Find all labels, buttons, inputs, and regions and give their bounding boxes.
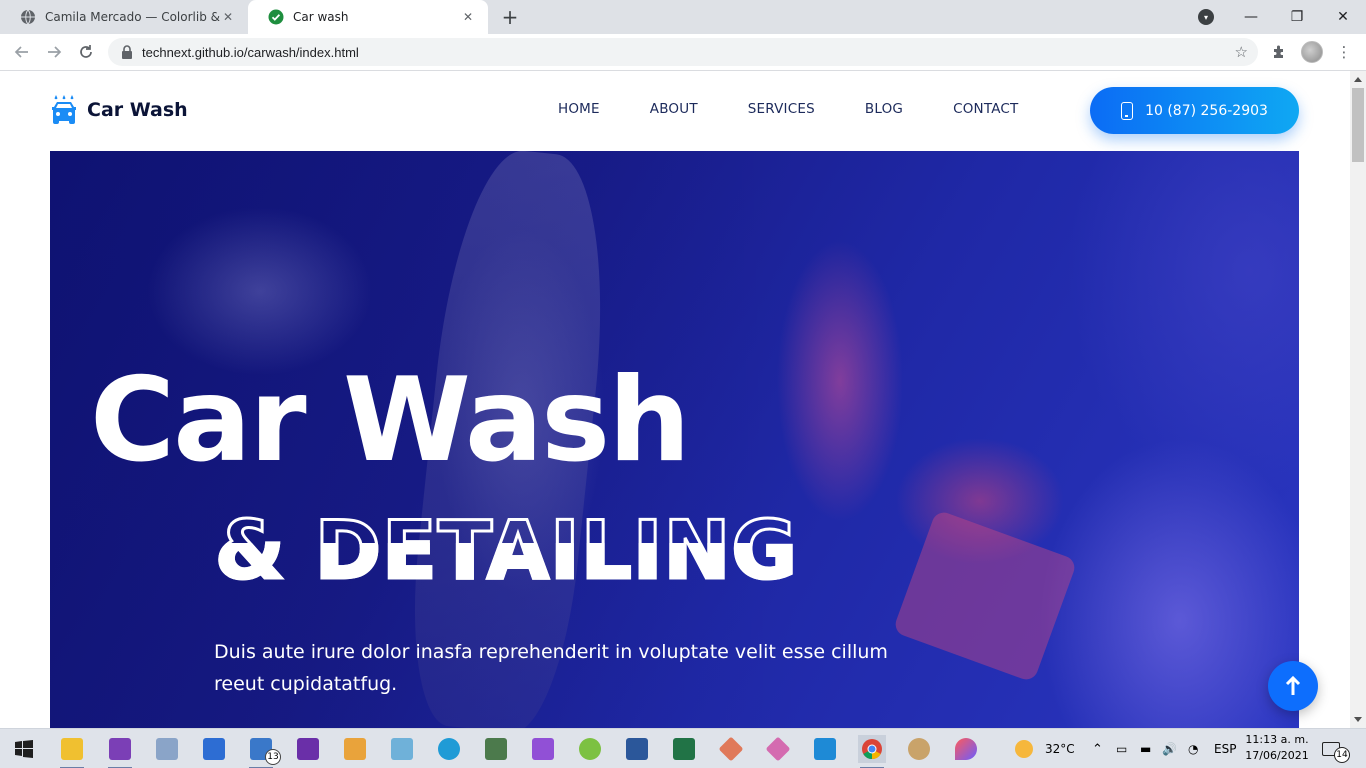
nav-about[interactable]: ABOUT <box>650 101 698 117</box>
minimize-button[interactable]: — <box>1228 0 1274 34</box>
site-header: Car Wash HOME ABOUT SERVICES BLOG CONTAC… <box>0 71 1350 151</box>
menu-kebab-icon[interactable]: ⋮ <box>1334 42 1354 62</box>
git-app-icon[interactable] <box>717 735 745 763</box>
file-explorer-icon[interactable] <box>58 735 86 768</box>
scroll-down-arrow[interactable] <box>1354 717 1362 722</box>
wifi-icon[interactable]: ◔ <box>1188 729 1198 768</box>
scroll-to-top-button[interactable] <box>1268 661 1318 711</box>
tools-icon[interactable] <box>153 735 181 763</box>
url-text: technext.github.io/carwash/index.html <box>142 44 359 60</box>
dialog-icon[interactable] <box>200 735 228 763</box>
arrow-up-icon <box>1285 675 1301 695</box>
excel-icon[interactable] <box>670 735 698 763</box>
brand-name: Car Wash <box>87 99 188 121</box>
visual-studio-icon[interactable] <box>106 735 134 768</box>
hero-title: Car Wash <box>90 353 691 488</box>
chrome-icon[interactable] <box>858 735 886 768</box>
nav-home[interactable]: HOME <box>558 101 600 117</box>
new-tab-button[interactable]: + <box>498 5 522 29</box>
weather-temp: 32°C <box>1045 742 1075 756</box>
mail-icon[interactable]: 13 <box>247 735 281 768</box>
scroll-thumb[interactable] <box>1352 88 1364 162</box>
vscode-icon[interactable] <box>811 735 839 763</box>
phone-number: 10 (87) 256-2903 <box>1145 102 1268 119</box>
check-circle-icon <box>268 9 284 25</box>
phone-button[interactable]: 10 (87) 256-2903 <box>1090 87 1299 134</box>
tab-title: Car wash <box>293 10 349 24</box>
network-app-icon[interactable] <box>482 735 510 763</box>
forward-icon[interactable] <box>42 40 66 64</box>
restore-button[interactable]: ❐ <box>1274 0 1320 34</box>
browser-toolbar: technext.github.io/carwash/index.html ☆ <box>0 34 1366 71</box>
browser-tab-carwash[interactable]: Car wash ✕ <box>248 0 488 34</box>
nav-contact[interactable]: CONTACT <box>953 101 1018 117</box>
meet-icon[interactable]: ▭ <box>1116 729 1127 768</box>
hero-text: Duis aute irure dolor inasfa reprehender… <box>214 641 888 695</box>
reload-icon[interactable] <box>74 40 98 64</box>
drop-app-icon[interactable] <box>952 735 980 763</box>
clock-date: 17/06/2021 <box>1245 749 1309 762</box>
notification-badge: 14 <box>1334 747 1350 763</box>
clock-time: 11:13 a. m. <box>1245 733 1309 746</box>
visual-studio-3-icon[interactable] <box>529 735 557 763</box>
phone-icon <box>1121 101 1134 120</box>
notes-icon[interactable] <box>388 735 416 763</box>
git-app-2-icon[interactable] <box>764 735 792 763</box>
close-window-button[interactable]: ✕ <box>1320 0 1366 34</box>
sync-icon[interactable] <box>576 735 604 763</box>
volume-icon[interactable]: 🔊 <box>1162 729 1177 768</box>
extensions-icon[interactable] <box>1269 42 1289 62</box>
page-viewport: Car Wash HOME ABOUT SERVICES BLOG CONTAC… <box>0 71 1350 728</box>
globe-icon <box>20 9 36 25</box>
main-nav: HOME ABOUT SERVICES BLOG CONTACT <box>558 101 1069 117</box>
battery-icon[interactable]: ▬ <box>1140 729 1151 768</box>
tab-title: Camila Mercado — Colorlib & No <box>45 10 220 24</box>
hero-subtitle: & DETAILING <box>213 504 799 597</box>
address-bar[interactable]: technext.github.io/carwash/index.html ☆ <box>108 38 1258 66</box>
browser-tab-strip: Camila Mercado — Colorlib & No ✕ Car was… <box>0 0 1366 34</box>
car-wash-icon <box>52 95 76 124</box>
nav-blog[interactable]: BLOG <box>865 101 903 117</box>
edge-icon[interactable] <box>435 735 463 763</box>
paint-icon[interactable] <box>905 735 933 763</box>
star-icon[interactable]: ☆ <box>1235 43 1248 61</box>
notification-center[interactable]: 14 <box>1322 729 1350 768</box>
page-scrollbar[interactable] <box>1350 71 1366 728</box>
profile-avatar[interactable] <box>1301 41 1323 63</box>
back-icon[interactable] <box>10 40 34 64</box>
browser-tab-colorlib[interactable]: Camila Mercado — Colorlib & No ✕ <box>0 0 248 34</box>
presentation-icon[interactable] <box>341 735 369 763</box>
close-tab-icon[interactable]: ✕ <box>220 9 236 25</box>
mail-badge: 13 <box>265 749 281 765</box>
close-tab-icon[interactable]: ✕ <box>460 9 476 25</box>
visual-studio-2-icon[interactable] <box>294 735 322 763</box>
tab-search-icon[interactable]: ▾ <box>1198 9 1214 25</box>
windows-start-icon[interactable] <box>10 735 38 763</box>
sun-icon <box>1015 740 1033 758</box>
nav-services[interactable]: SERVICES <box>748 101 815 117</box>
lock-icon[interactable] <box>120 45 134 59</box>
show-hidden-icons[interactable]: ⌃ <box>1092 729 1103 768</box>
hero-banner: Car Wash & DETAILING Duis aute irure dol… <box>50 151 1299 728</box>
language-indicator[interactable]: ESP <box>1214 729 1236 768</box>
word-icon[interactable] <box>623 735 651 763</box>
site-logo[interactable]: Car Wash <box>50 93 188 127</box>
weather-widget[interactable]: 32°C <box>1015 729 1075 768</box>
windows-taskbar: 13 32°C ⌃ ▭ ▬ 🔊 ◔ ESP 11:13 a. m. 17/06/… <box>0 728 1366 768</box>
scroll-up-arrow[interactable] <box>1354 77 1362 82</box>
taskbar-clock[interactable]: 11:13 a. m. 17/06/2021 <box>1244 732 1310 764</box>
